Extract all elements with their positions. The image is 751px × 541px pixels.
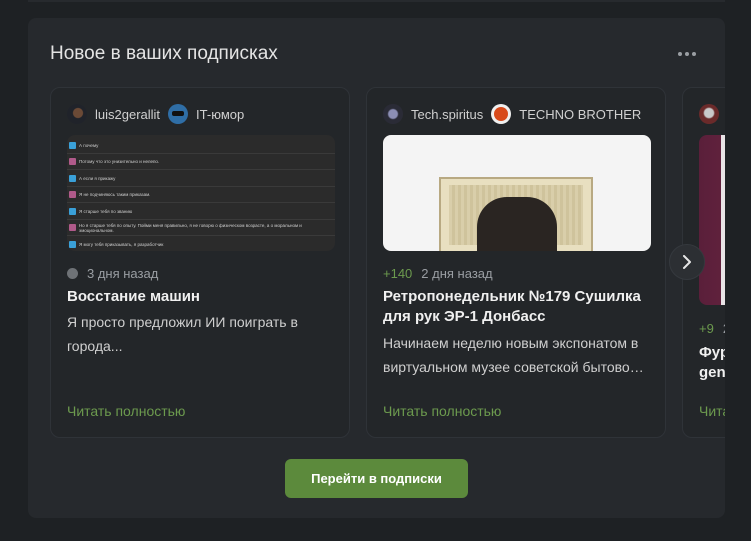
post-meta: +9 2 bbox=[699, 321, 725, 336]
post-description: Начинаем неделю новым экспонатом в вирту… bbox=[383, 335, 644, 375]
post-card[interactable]: luis2gerallit IT-юмор А почему Потому чт… bbox=[50, 87, 350, 438]
chat-line: Но я старше тебя по опыту. Пойми меня пр… bbox=[67, 221, 335, 236]
rating-count: +9 bbox=[699, 321, 714, 336]
avatar bbox=[699, 104, 719, 124]
author-name: Tech.spiritus bbox=[411, 106, 484, 122]
card-authors: Tech.spiritus TECHNO BROTHER bbox=[383, 104, 649, 124]
community-link[interactable]: IT-юмор bbox=[168, 104, 244, 124]
author-link[interactable]: v bbox=[699, 104, 725, 124]
avatar bbox=[168, 104, 189, 124]
avatar bbox=[491, 104, 512, 124]
community-name: IT-юмор bbox=[196, 106, 245, 122]
post-title[interactable]: Восстание машин bbox=[67, 287, 342, 307]
rating-dot-icon bbox=[67, 268, 78, 279]
section-title: Новое в ваших подписках bbox=[50, 43, 278, 64]
card-authors: luis2gerallit IT-юмор bbox=[67, 104, 252, 124]
post-description: Я просто предложил ИИ поиграть в города.… bbox=[67, 314, 298, 354]
post-thumbnail[interactable] bbox=[383, 135, 651, 251]
community-name: TECHNO BROTHER bbox=[519, 106, 642, 122]
go-to-subscriptions-button[interactable]: Перейти в подписки bbox=[285, 459, 468, 498]
post-time: 3 дня назад bbox=[87, 266, 159, 281]
top-divider bbox=[28, 0, 725, 2]
post-title[interactable]: Ретропонедельник №179 Сушилка для рук ЭР… bbox=[383, 287, 658, 327]
chat-line: Я могу тебя приказывать, я разработчик bbox=[67, 237, 335, 251]
post-meta: 3 дня назад bbox=[67, 266, 158, 281]
carousel-next-button[interactable] bbox=[669, 244, 705, 280]
post-thumbnail[interactable] bbox=[699, 135, 725, 305]
post-title[interactable]: Фур gene bbox=[699, 343, 725, 383]
read-more-link[interactable]: Чита bbox=[699, 403, 725, 419]
chat-line: Я не подчиняюсь таким приказам. bbox=[67, 188, 335, 203]
subscriptions-panel: Новое в ваших подписках luis2gerallit IT… bbox=[28, 18, 725, 518]
read-more-link[interactable]: Читать полностью bbox=[383, 403, 501, 419]
rating-count: +140 bbox=[383, 266, 413, 281]
author-name: luis2gerallit bbox=[95, 106, 161, 122]
read-more-link[interactable]: Читать полностью bbox=[67, 403, 185, 419]
post-time: 2 дня назад bbox=[421, 266, 493, 281]
chevron-right-icon bbox=[683, 255, 691, 269]
chat-line: А почему bbox=[67, 138, 335, 154]
right-gutter bbox=[727, 18, 751, 518]
more-dots-icon[interactable] bbox=[678, 52, 696, 56]
avatar bbox=[383, 104, 403, 124]
chat-line: А если я прикажу bbox=[67, 171, 335, 187]
chat-line: Я старше тебя по званию bbox=[67, 204, 335, 220]
post-meta: +140 2 дня назад bbox=[383, 266, 493, 281]
chat-line: Потому что это унизительно и нелепо. bbox=[67, 155, 335, 170]
community-link[interactable]: TECHNO BROTHER bbox=[491, 104, 641, 124]
post-thumbnail[interactable]: А почему Потому что это унизительно и не… bbox=[67, 135, 335, 251]
avatar bbox=[67, 104, 87, 124]
post-card[interactable]: Tech.spiritus TECHNO BROTHER +140 2 дня … bbox=[366, 87, 666, 438]
post-time: 2 bbox=[723, 321, 725, 336]
card-authors: v bbox=[699, 104, 725, 124]
author-link[interactable]: luis2gerallit bbox=[67, 104, 160, 124]
author-link[interactable]: Tech.spiritus bbox=[383, 104, 483, 124]
